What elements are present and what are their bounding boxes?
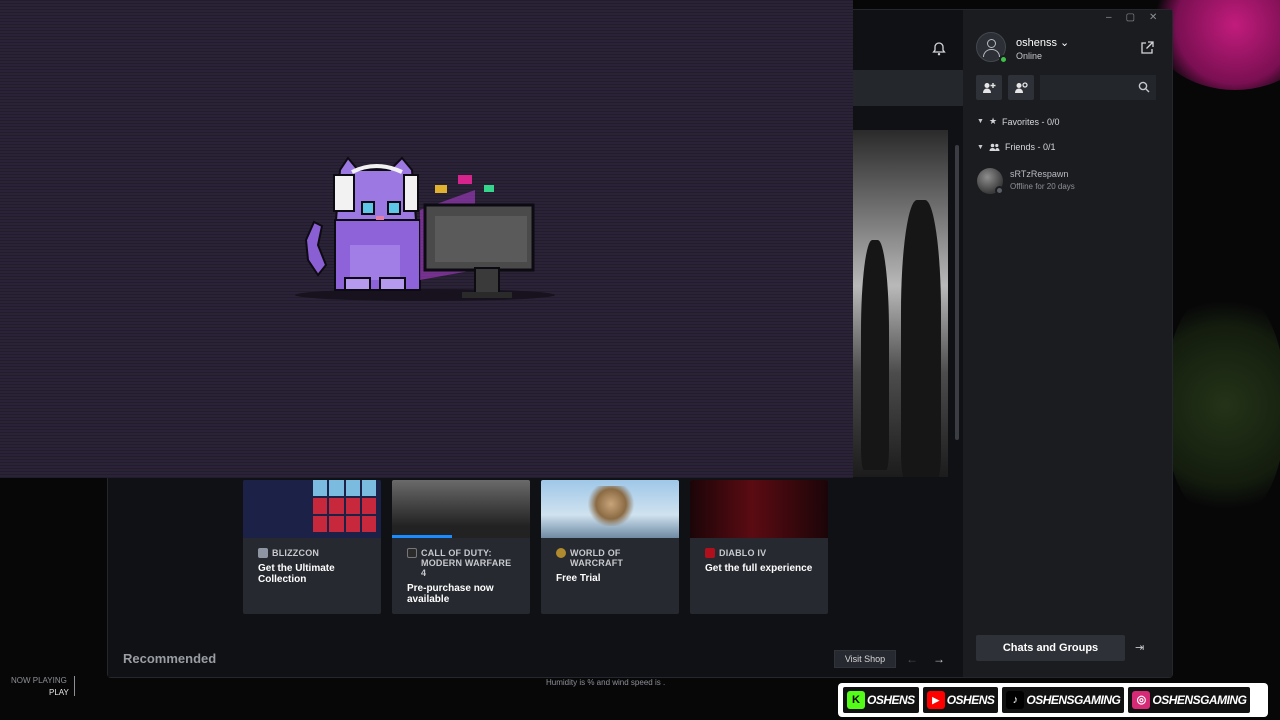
online-status: Online (1016, 51, 1043, 61)
friend-status: Offline for 20 days (1010, 182, 1075, 191)
desktop-wallpaper-green (1165, 290, 1280, 520)
diablo-icon (705, 548, 715, 558)
desktop: BLIZZCON Get the Ultimate Collection CAL… (0, 0, 1280, 720)
chevron-down-icon: ⌄ (1060, 37, 1070, 49)
card-brand: BLIZZCON (272, 548, 320, 558)
close-button[interactable]: ✕ (1149, 12, 1157, 23)
star-icon: ★ (988, 116, 998, 126)
favorites-label: Favorites - 0/0 (1002, 116, 1060, 127)
social-handle: OSHENSGAMING (1152, 693, 1247, 707)
bell-icon[interactable] (931, 41, 947, 57)
progress-indicator (392, 535, 452, 538)
now-playing-label: NOW PLAYING (11, 676, 67, 685)
friends-group[interactable]: ▼ Friends - 0/1 (977, 142, 1055, 152)
social-instagram: ◎ OSHENSGAMING (1128, 687, 1251, 713)
shop-cards: BLIZZCON Get the Ultimate Collection CAL… (243, 480, 828, 614)
card-image (541, 480, 679, 538)
social-handle: OSHENS (946, 693, 995, 707)
social-handles-banner: K OSHENS ▶ OSHENS ♪ OSHENSGAMING ◎ OSHEN… (838, 683, 1268, 717)
window-controls: – ▢ ✕ (1106, 12, 1157, 23)
friends-label: Friends - 0/1 (1004, 142, 1056, 152)
card-title: Get the Ultimate Collection (258, 563, 335, 585)
minimize-button[interactable]: – (1106, 12, 1112, 23)
chats-and-groups-button[interactable]: Chats and Groups (976, 635, 1125, 661)
card-image (243, 480, 381, 538)
friend-search-input[interactable] (1040, 75, 1156, 100)
offline-status-dot (995, 186, 1004, 195)
card-brand: CALL OF DUTY: MODERN WARFARE 4 (421, 548, 512, 578)
add-friend-icon (983, 83, 996, 93)
recommended-heading: Recommended (123, 651, 217, 666)
blizzcon-icon (258, 548, 268, 558)
shop-card-cod[interactable]: CALL OF DUTY: MODERN WARFARE 4 Pre-purch… (392, 480, 530, 614)
social-panel (963, 10, 1172, 677)
instagram-icon: ◎ (1132, 691, 1151, 709)
wow-icon (556, 548, 566, 558)
social-handle: OSHENSGAMING (1026, 693, 1121, 707)
tiktok-icon: ♪ (1006, 691, 1025, 709)
friends-icon (989, 143, 1000, 151)
maximize-button[interactable]: ▢ (1126, 12, 1135, 23)
caret-down-icon: ▼ (977, 143, 984, 151)
visit-shop-button[interactable]: Visit Shop (834, 650, 896, 668)
social-kick: K OSHENS (843, 687, 919, 713)
popout-icon[interactable] (1140, 41, 1154, 55)
card-brand: DIABLO IV (719, 548, 767, 558)
next-arrow-button[interactable]: → (933, 652, 945, 666)
hero-banner-image[interactable] (853, 130, 948, 477)
social-tiktok: ♪ OSHENSGAMING (1002, 687, 1125, 713)
collapse-panel-icon[interactable]: ⇥ (1135, 641, 1144, 654)
weather-text: Humidity is % and wind speed is . (546, 678, 666, 687)
stream-overlay-window (0, 0, 853, 478)
card-image (690, 480, 828, 538)
top-search-strip[interactable] (853, 70, 963, 106)
shop-card-blizzcon[interactable]: BLIZZCON Get the Ultimate Collection (243, 480, 381, 614)
online-status-dot (999, 55, 1008, 64)
kick-icon: K (847, 691, 865, 709)
social-youtube: ▶ OSHENS (922, 687, 999, 713)
cod-icon (407, 548, 417, 558)
gear-user-icon (1015, 82, 1028, 93)
shop-card-wow[interactable]: WORLD OF WARCRAFT Free Trial (541, 480, 679, 614)
favorites-group[interactable]: ▼ ★ Favorites - 0/0 (977, 116, 1060, 127)
username[interactable]: oshenss ⌄ (1016, 36, 1069, 49)
youtube-icon: ▶ (926, 691, 945, 709)
caret-down-icon: ▼ (977, 118, 984, 125)
add-friend-button[interactable] (976, 75, 1002, 100)
search-icon (1138, 81, 1150, 93)
divider (74, 676, 75, 696)
pixel-cat-art (295, 156, 555, 301)
card-title: Free Trial (556, 573, 601, 584)
play-label: PLAY (49, 688, 69, 697)
card-image (392, 480, 530, 538)
card-title: Get the full experience (705, 563, 813, 574)
friend-name[interactable]: sRTzRespawn (1010, 169, 1068, 179)
manage-friends-button[interactable] (1008, 75, 1034, 100)
card-brand: WORLD OF WARCRAFT (570, 548, 624, 568)
prev-arrow-button[interactable]: ← (906, 652, 918, 666)
social-handle: OSHENS (867, 693, 915, 707)
scrollbar[interactable] (955, 145, 959, 440)
card-title: Pre-purchase now available (407, 583, 494, 605)
shop-card-diablo[interactable]: DIABLO IV Get the full experience (690, 480, 828, 614)
